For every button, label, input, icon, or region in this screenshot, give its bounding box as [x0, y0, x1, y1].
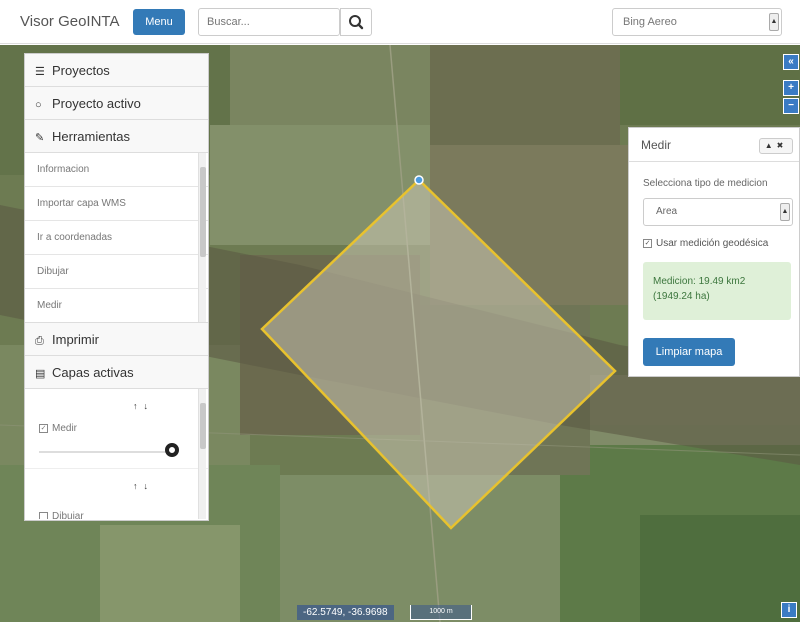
section-imprimir[interactable]: ⎙ Imprimir — [25, 323, 208, 356]
expand-icon[interactable]: « — [783, 54, 799, 70]
circle-icon: ○ — [35, 99, 42, 111]
measure-type-label: Selecciona tipo de medicion — [643, 178, 768, 189]
section-proyectos[interactable]: ☰ Proyectos — [25, 54, 208, 87]
section-capas-activas-label: Capas activas — [52, 365, 134, 380]
zoom-out-button[interactable]: − — [783, 98, 799, 114]
search-icon — [349, 15, 364, 30]
measure-type-value: Area — [656, 206, 678, 217]
select-arrow-icon: ▲ — [769, 13, 779, 31]
checkbox-unchecked-icon — [39, 511, 48, 519]
layer-row: ↑↓ ✓ Medir — [25, 389, 208, 469]
active-layers-list: ↑↓ ✓ Medir ↑↓ Dibujar — [25, 389, 208, 519]
section-imprimir-label: Imprimir — [52, 332, 99, 347]
search-button[interactable] — [340, 8, 372, 36]
result-line-hectares: (1949.24 ha) — [653, 291, 710, 302]
medir-panel: Medir ▲✖ Selecciona tipo de medicion Are… — [628, 127, 800, 377]
close-icon[interactable]: ✖ — [777, 141, 788, 150]
zoom-in-button[interactable]: + — [783, 80, 799, 96]
basemap-select[interactable]: Bing Aereo ▲ — [612, 8, 782, 36]
tools-scrollbar[interactable] — [198, 153, 206, 322]
section-herramientas-label: Herramientas — [52, 129, 131, 144]
geodesic-label: Usar medición geodésica — [656, 238, 769, 249]
layer-row: ↑↓ Dibujar — [25, 469, 208, 519]
app-brand[interactable]: Visor GeoINTA — [20, 13, 119, 30]
tool-dibujar[interactable]: Dibujar — [25, 255, 208, 289]
polygon-vertex-handle — [414, 175, 424, 185]
section-proyecto-activo-label: Proyecto activo — [52, 96, 141, 111]
layers-scrollbar[interactable] — [198, 389, 206, 519]
panel-window-controls: ▲✖ — [759, 138, 793, 154]
checkbox-checked-icon: ✓ — [643, 238, 652, 248]
info-button[interactable]: i — [781, 602, 797, 618]
section-capas-activas[interactable]: ▤ Capas activas — [25, 356, 208, 389]
section-proyectos-label: Proyectos — [52, 63, 110, 78]
measurement-result: Medicion: 19.49 km2 (1949.24 ha) — [643, 262, 791, 320]
layer-checkbox-dibujar[interactable]: Dibujar — [39, 511, 84, 519]
checkbox-checked-icon: ✓ — [39, 423, 48, 433]
wrench-icon: ✎ — [35, 132, 45, 144]
layer-order-arrows[interactable]: ↑↓ — [133, 401, 154, 411]
opacity-slider-knob[interactable] — [165, 443, 179, 457]
top-navbar: Visor GeoINTA Menu Bing Aereo ▲ — [0, 0, 800, 44]
select-arrow-icon: ▲ — [780, 203, 790, 221]
layer-name: Medir — [52, 423, 78, 434]
collapse-icon[interactable]: ▲ — [765, 141, 777, 150]
tool-importar-wms[interactable]: Importar capa WMS — [25, 187, 208, 221]
tool-medir[interactable]: Medir — [25, 289, 208, 322]
result-line-area: Medicion: 19.49 km2 — [653, 276, 746, 287]
layers-scroll-thumb[interactable] — [200, 403, 206, 449]
left-panel: ☰ Proyectos ○ Proyecto activo ✎ Herramienta… — [24, 53, 209, 521]
coordinate-readout: -62.5749, -36.9698 — [297, 605, 394, 620]
medir-title: Medir — [641, 138, 672, 152]
printer-icon: ⎙ — [35, 335, 44, 347]
tools-scroll-thumb[interactable] — [200, 167, 206, 257]
basemap-selected-value: Bing Aereo — [623, 16, 677, 28]
list-icon: ☰ — [35, 66, 45, 78]
section-herramientas[interactable]: ✎ Herramientas — [25, 120, 208, 153]
geodesic-checkbox[interactable]: ✓ Usar medición geodésica — [643, 238, 768, 249]
tool-informacion[interactable]: Informacion — [25, 153, 208, 187]
measure-type-select[interactable]: Area ▲ — [643, 198, 793, 226]
section-proyecto-activo[interactable]: ○ Proyecto activo — [25, 87, 208, 120]
tool-ir-a-coordenadas[interactable]: Ir a coordenadas — [25, 221, 208, 255]
medir-header: Medir ▲✖ — [629, 128, 799, 162]
opacity-slider-track[interactable] — [39, 451, 173, 453]
tools-list: Informacion Importar capa WMS Ir a coord… — [25, 153, 208, 323]
stack-icon: ▤ — [35, 368, 46, 380]
scale-bar: 1000 m — [410, 605, 472, 620]
layer-order-arrows[interactable]: ↑↓ — [133, 481, 154, 491]
menu-button[interactable]: Menu — [133, 9, 185, 35]
clear-map-button[interactable]: Limpiar mapa — [643, 338, 735, 366]
search-input[interactable] — [198, 8, 340, 36]
layer-checkbox-medir[interactable]: ✓ Medir — [39, 423, 77, 434]
layer-name: Dibujar — [52, 511, 84, 519]
